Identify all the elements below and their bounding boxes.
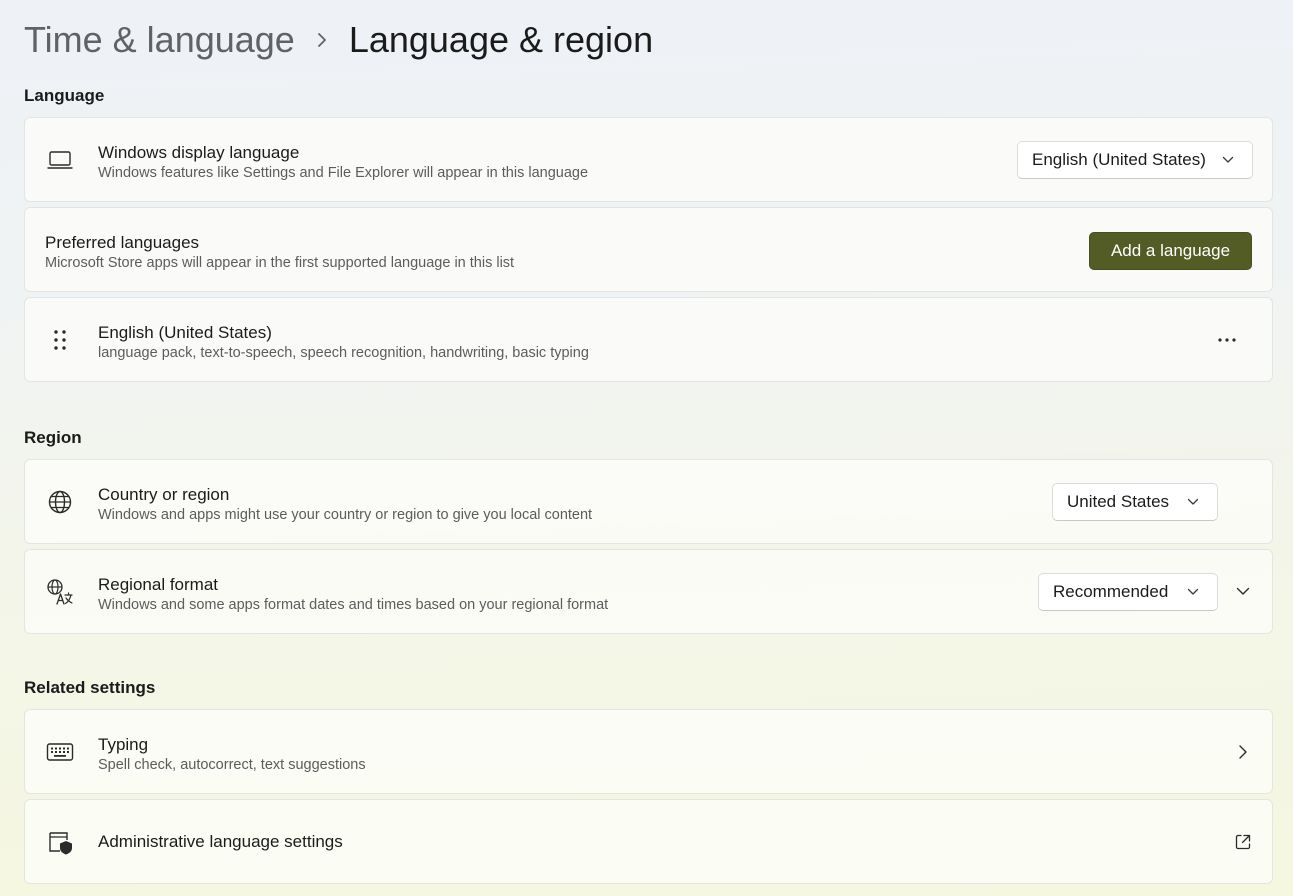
regional-format-description: Windows and some apps format dates and t…	[98, 597, 609, 613]
country-region-card: Country or region Windows and apps might…	[24, 459, 1273, 544]
breadcrumb-chevron-icon	[295, 31, 349, 49]
laptop-icon	[45, 145, 75, 175]
display-language-description: Windows features like Settings and File …	[98, 165, 589, 181]
admin-language-link-card[interactable]: Administrative language settings	[24, 799, 1273, 884]
section-title-related-settings: Related settings	[24, 678, 156, 697]
breadcrumb: Time & language Language & region	[24, 16, 653, 64]
language-item-title: English (United States)	[98, 323, 272, 342]
language-format-icon	[45, 577, 75, 607]
expand-chevron-icon[interactable]	[1231, 580, 1255, 604]
display-language-title: Windows display language	[98, 143, 300, 162]
admin-shield-icon	[45, 827, 75, 857]
typing-link-card[interactable]: Typing Spell check, autocorrect, text su…	[24, 709, 1273, 794]
regional-format-dropdown[interactable]: Recommended	[1038, 573, 1218, 611]
preferred-languages-card: Preferred languages Microsoft Store apps…	[24, 207, 1273, 292]
breadcrumb-parent-link[interactable]: Time & language	[24, 19, 295, 61]
keyboard-icon	[45, 737, 75, 767]
typing-title: Typing	[98, 735, 149, 754]
language-item-description: language pack, text-to-speech, speech re…	[98, 345, 589, 361]
chevron-down-icon	[1187, 498, 1199, 506]
chevron-down-icon	[1222, 156, 1234, 164]
chevron-down-icon	[1187, 588, 1199, 596]
drag-handle-icon[interactable]	[45, 325, 75, 355]
page-title: Language & region	[348, 19, 654, 60]
more-options-icon[interactable]	[1214, 328, 1240, 352]
display-language-selected: English (United States)	[1032, 150, 1206, 169]
country-region-dropdown[interactable]: United States	[1052, 483, 1218, 521]
regional-format-card[interactable]: Regional format Windows and some apps fo…	[24, 549, 1273, 634]
preferred-languages-description: Microsoft Store apps will appear in the …	[45, 255, 515, 271]
section-title-language: Language	[24, 86, 105, 105]
open-external-icon	[1231, 830, 1255, 854]
admin-language-title: Administrative language settings	[98, 832, 343, 851]
globe-icon	[45, 487, 75, 517]
display-language-dropdown[interactable]: English (United States)	[1017, 141, 1253, 179]
country-region-selected: United States	[1067, 492, 1170, 511]
typing-description: Spell check, autocorrect, text suggestio…	[98, 757, 366, 773]
language-list-item[interactable]: English (United States) language pack, t…	[24, 297, 1273, 382]
preferred-languages-title: Preferred languages	[45, 233, 200, 252]
section-title-region: Region	[24, 428, 82, 447]
country-region-title: Country or region	[98, 485, 230, 504]
regional-format-title: Regional format	[98, 575, 219, 594]
country-region-description: Windows and apps might use your country …	[98, 507, 593, 523]
regional-format-selected: Recommended	[1053, 582, 1169, 601]
add-language-button[interactable]: Add a language	[1089, 232, 1252, 270]
chevron-right-icon	[1231, 740, 1255, 764]
display-language-card: Windows display language Windows feature…	[24, 117, 1273, 202]
